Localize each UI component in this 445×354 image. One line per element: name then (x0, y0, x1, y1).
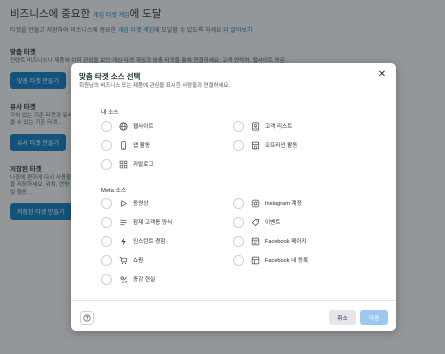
option-instant-experience[interactable]: 인스턴트 경험 (101, 235, 165, 247)
customer-list-icon (250, 121, 260, 131)
option-augmented-reality[interactable]: 증강 현실 (101, 273, 155, 285)
radio-button[interactable] (101, 158, 112, 170)
option-label: 오프라인 활동 (265, 143, 298, 149)
shopping-cart-icon (118, 255, 128, 265)
option-label: 고객 리스트 (265, 124, 293, 130)
our-sources-heading: 내 소스 (101, 110, 119, 116)
mobile-app-icon (118, 140, 128, 150)
meta-sources-heading: Meta 소스 (101, 188, 127, 194)
radio-button[interactable] (101, 235, 112, 247)
instagram-icon (250, 198, 260, 208)
option-label: 이벤트 (265, 220, 281, 226)
radio-button[interactable] (101, 254, 112, 266)
lightning-icon (118, 236, 128, 246)
option-lead-form[interactable]: 잠재 고객용 양식 (101, 216, 172, 228)
facebook-page-icon (250, 236, 260, 246)
close-icon[interactable]: ✕ (376, 69, 388, 81)
cancel-button[interactable]: 취소 (329, 310, 356, 325)
play-icon (118, 198, 128, 208)
option-app-activity[interactable]: 앱 활동 (101, 139, 150, 151)
option-label: Facebook 페이지 (265, 239, 307, 245)
radio-button[interactable] (233, 197, 244, 209)
option-label: 카탈로그 (133, 162, 154, 168)
option-facebook-page[interactable]: Facebook 페이지 (233, 235, 307, 247)
listing-icon (250, 255, 260, 265)
option-catalog[interactable]: 카탈로그 (101, 158, 154, 170)
option-event[interactable]: 이벤트 (233, 216, 280, 228)
radio-button[interactable] (233, 120, 244, 132)
option-label: 웹사이트 (133, 124, 154, 130)
radio-button[interactable] (101, 197, 112, 209)
footer-divider (71, 300, 396, 301)
radio-button[interactable] (101, 139, 112, 151)
option-label: 앱 활동 (133, 143, 150, 149)
dialog-subtitle: 회원님의 비즈니스 또는 제품에 관심을 표시한 사람들과 연결하세요. (79, 83, 230, 89)
catalog-icon (118, 159, 128, 169)
option-website[interactable]: 웹사이트 (101, 120, 154, 132)
option-label: 잠재 고객용 양식 (133, 220, 173, 226)
radio-button[interactable] (101, 273, 112, 285)
radio-button[interactable] (101, 216, 112, 228)
option-label: 인스턴트 경험 (133, 239, 166, 245)
option-facebook-listing[interactable]: Facebook 내 등록 (233, 254, 308, 266)
help-icon[interactable] (80, 311, 94, 325)
radio-button[interactable] (233, 216, 244, 228)
next-button[interactable]: 다음 (360, 310, 388, 325)
option-label: 쇼핑 (133, 258, 144, 264)
ar-icon (118, 274, 128, 284)
globe-icon (118, 121, 128, 131)
option-label: Facebook 내 등록 (265, 258, 309, 264)
option-offline-activity[interactable]: 오프라인 활동 (233, 139, 297, 151)
option-shopping[interactable]: 쇼핑 (101, 254, 143, 266)
offline-store-icon (250, 140, 260, 150)
radio-button[interactable] (101, 120, 112, 132)
radio-button[interactable] (233, 235, 244, 247)
option-label: Instagram 계정 (265, 201, 302, 207)
option-label: 동영상 (133, 201, 149, 207)
option-customer-list[interactable]: 고객 리스트 (233, 120, 292, 132)
option-instagram-account[interactable]: Instagram 계정 (233, 197, 302, 209)
radio-button[interactable] (233, 254, 244, 266)
radio-button[interactable] (233, 139, 244, 151)
source-select-dialog: 맞춤 타겟 소스 선택 회원님의 비즈니스 또는 제품에 관심을 표시한 사람들… (71, 63, 396, 331)
event-tag-icon (250, 217, 260, 227)
option-label: 증강 현실 (133, 277, 156, 283)
lead-form-icon (118, 217, 128, 227)
option-video[interactable]: 동영상 (101, 197, 148, 209)
